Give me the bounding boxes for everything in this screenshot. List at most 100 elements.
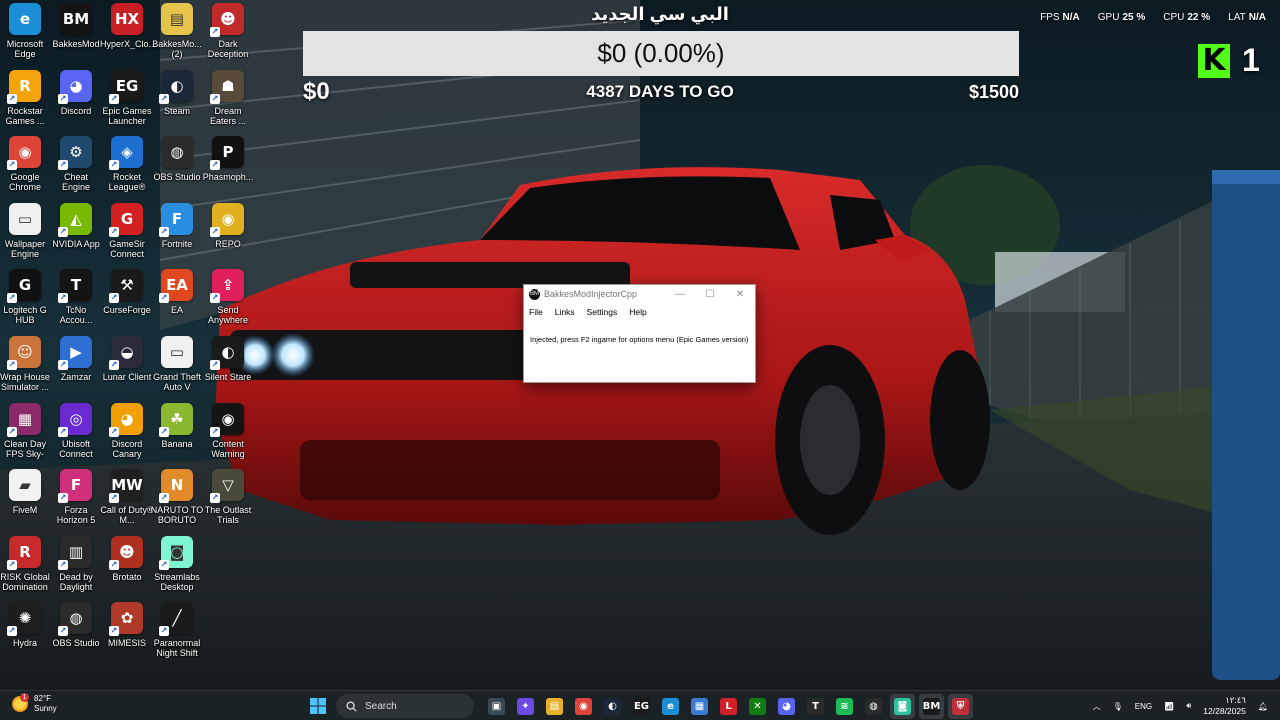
minimize-button[interactable]: — — [665, 285, 695, 303]
desktop-icon[interactable]: ☻ ↗ Brotato — [102, 533, 152, 599]
taskbar-app-tcno[interactable]: T — [803, 694, 828, 719]
desktop-icon[interactable]: ✿ ↗ MIMESIS — [102, 599, 152, 665]
bakkesmod-icon: BM — [529, 288, 540, 300]
desktop-icon[interactable]: T ↗ TcNo Accou... — [51, 266, 101, 332]
chevron-up-icon[interactable]: ︿ — [1093, 701, 1101, 712]
desktop-icon[interactable]: ◎ ↗ Ubisoft Connect — [51, 400, 101, 466]
desktop-icon[interactable]: ☺ ↗ Wrap House Simulator ... — [0, 333, 50, 399]
taskbar-app-chrome[interactable]: ◉ — [571, 694, 596, 719]
desktop-icon[interactable]: N↗NARUTO TO BORUTO S... — [151, 466, 203, 532]
desktop-icon[interactable]: ◍ OBS Studio — [152, 133, 202, 199]
desktop-icon[interactable]: G ↗ GameSir Connect — [102, 200, 152, 266]
discord-icon: ◕ ↗ — [58, 69, 92, 104]
desktop-icon[interactable]: ◉ ↗ REPO — [203, 200, 253, 266]
desktop-icon[interactable]: ⇪ ↗ Send Anywhere — [203, 266, 253, 332]
desktop-icon[interactable]: ◕ ↗ Discord Canary — [102, 400, 152, 466]
desktop-icon[interactable]: ▽ ↗ The Outlast Trials — [203, 466, 253, 532]
desktop-icon[interactable]: ◈ ↗ Rocket League® — [102, 133, 152, 199]
maximize-button[interactable]: ☐ — [695, 285, 725, 303]
language-indicator[interactable]: ENG — [1135, 702, 1152, 711]
menu-help[interactable]: Help — [629, 307, 646, 323]
desktop-icon[interactable]: ╱ ↗ Paranormal Night Shift — [152, 599, 202, 665]
desktop-icon[interactable]: ◐ ↗ Steam — [152, 67, 202, 133]
desktop-icon[interactable]: F ↗ Forza Horizon 5 — [51, 466, 101, 532]
taskbar-app-copilot[interactable]: ✦ — [513, 694, 538, 719]
taskbar-search[interactable]: Search — [336, 694, 474, 718]
paranormal-icon: ╱ ↗ — [159, 602, 193, 637]
ea-icon: EA ↗ — [159, 269, 193, 304]
taskbar-app-epic-games[interactable]: EG — [629, 694, 654, 719]
desktop-icon[interactable]: ◐ ↗ Silent Stare — [203, 333, 253, 399]
desktop-icon[interactable]: ▦↗Clean Day FPS Sky-Pa... — [0, 400, 50, 466]
desktop-icon[interactable]: BM BakkesMod — [51, 0, 101, 66]
desktop-icon[interactable]: HX HyperX_Clo... — [100, 0, 154, 66]
dark-deception-icon: ☻ ↗ — [210, 3, 244, 37]
desktop-icon[interactable]: ◉ ↗ Content Warning — [203, 400, 253, 466]
weather-temp: 82°F — [34, 694, 51, 703]
bakkesmod-icon: BM — [60, 3, 92, 35]
desktop-icon[interactable]: ▤ BakkesMo... (2) — [152, 0, 202, 66]
volume-icon[interactable]: 🔊︎ — [1186, 701, 1191, 711]
taskbar-app-discord[interactable]: ◕ — [774, 694, 799, 719]
desktop-icon[interactable]: ▶ ↗ Zamzar — [51, 333, 101, 399]
cheat-engine-icon: ⚙ ↗ — [58, 136, 92, 171]
desktop-icon[interactable]: ◍ ↗ OBS Studio — [51, 599, 101, 665]
desktop-icon[interactable]: R ↗ RISK Global Domination — [0, 533, 50, 599]
desktop-icon[interactable]: ◙ ↗ Streamlabs Desktop — [152, 533, 202, 599]
desktop-icon[interactable]: ⚒ ↗ CurseForge — [102, 266, 152, 332]
notification-bell-icon[interactable]: 🔔︎ — [1258, 702, 1268, 711]
clock[interactable]: ١٢:٤٦ 12/28/2025 — [1203, 695, 1246, 717]
microsoft-store-icon: ▦ — [691, 697, 708, 715]
taskbar-app-steam[interactable]: ◐ — [600, 694, 625, 719]
goal-target-amount: $1500 — [968, 82, 1019, 102]
injector-titlebar[interactable]: BM BakkesModInjectorCpp — ☐ ✕ — [524, 285, 755, 303]
taskbar-app-xbox[interactable]: ✕ — [745, 694, 770, 719]
taskbar-app-task-view[interactable]: ▣ — [484, 694, 509, 719]
desktop-icon[interactable]: ◭ ↗ NVIDIA App — [51, 200, 101, 266]
taskbar-app-shield[interactable]: ⛨ — [948, 693, 973, 719]
desktop-icon[interactable]: ▰ FiveM — [0, 466, 50, 532]
taskbar-app-file-explorer[interactable]: ▤ — [542, 694, 567, 719]
menu-links[interactable]: Links — [555, 307, 575, 323]
taskbar-app-bakkesmod[interactable]: BM — [919, 693, 944, 719]
injector-window[interactable]: BM BakkesModInjectorCpp — ☐ ✕ File Links… — [523, 284, 756, 383]
taskbar-apps: Search ▣ ✦ ▤ ◉ ◐ EG e ▦ L ✕ ◕ T ≋ ◍ ◙ BM ⛨ — [305, 693, 973, 719]
desktop-icon[interactable]: R ↗ Rockstar Games ... — [0, 67, 50, 133]
desktop-icon[interactable]: MW ↗ Call of Duty® M... — [100, 466, 154, 532]
taskbar-app-streamlabs[interactable]: ◙ — [890, 693, 915, 719]
desktop-icon[interactable]: ☘ ↗ Banana — [152, 400, 202, 466]
desktop-icon[interactable]: ⚙ ↗ Cheat Engine — [51, 133, 101, 199]
desktop-icon[interactable]: ◕ ↗ Discord — [51, 67, 101, 133]
desktop-icon[interactable]: ☗ ↗ Dream Eaters ... — [203, 67, 253, 133]
desktop-icon[interactable]: ▥ ↗ Dead by Daylight — [51, 533, 101, 599]
desktop-icon[interactable]: EG ↗ Epic Games Launcher — [102, 67, 152, 133]
shortcut-arrow-icon: ↗ — [58, 493, 68, 504]
taskbar-app-obs[interactable]: ◍ — [861, 694, 886, 719]
menu-file[interactable]: File — [529, 307, 543, 323]
desktop-icon[interactable]: P ↗ Phasmoph... — [203, 133, 253, 199]
desktop-icon[interactable]: ▭ Grand Theft Auto V — [152, 333, 202, 399]
desktop-icon[interactable]: G ↗ Logitech G HUB — [0, 266, 50, 332]
desktop-icon[interactable]: ▭ Wallpaper Engine — [0, 200, 50, 266]
wifi-icon[interactable]: 📶︎ — [1164, 702, 1174, 711]
desktop-icon[interactable]: F ↗ Fortnite — [152, 200, 202, 266]
desktop-icon[interactable]: ☻ ↗ Dark Deception — [203, 0, 253, 66]
desktop-icon[interactable]: e Microsoft Edge — [0, 0, 50, 66]
microphone-icon[interactable]: 🎙︎ — [1113, 702, 1123, 711]
close-button[interactable]: ✕ — [725, 285, 755, 303]
shortcut-arrow-icon: ↗ — [7, 559, 17, 570]
desktop-icon[interactable]: EA ↗ EA — [152, 266, 202, 332]
desktop-icon[interactable]: ✺ ↗ Hydra — [0, 599, 50, 665]
streamlabs-icon: ◙ ↗ — [159, 535, 193, 570]
menu-settings[interactable]: Settings — [587, 307, 618, 323]
taskbar-app-spotify[interactable]: ≋ — [832, 694, 857, 719]
windows-start-button[interactable] — [305, 694, 330, 719]
dbd-icon: ▥ ↗ — [58, 535, 92, 570]
desktop-icon[interactable]: ◒ ↗ Lunar Client — [102, 333, 152, 399]
taskbar-app-microsoft-store[interactable]: ▦ — [687, 694, 712, 719]
desktop-icon[interactable]: ◉ ↗ Google Chrome — [0, 133, 50, 199]
risk-icon: R ↗ — [7, 535, 41, 570]
taskbar-app-edge[interactable]: e — [658, 694, 683, 719]
weather-widget[interactable]: 1 82°F Sunny — [12, 693, 57, 714]
taskbar-app-l-app[interactable]: L — [716, 694, 741, 719]
